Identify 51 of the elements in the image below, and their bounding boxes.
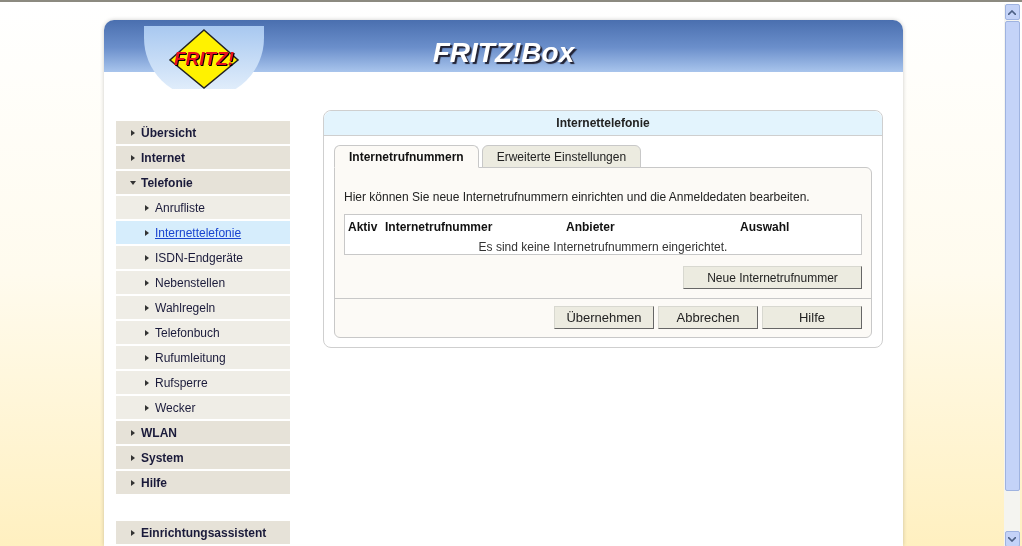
add-number-button[interactable]: Neue Internetrufnummer <box>683 266 862 289</box>
caret-right-icon <box>144 404 150 411</box>
chevron-down-icon <box>1008 536 1016 542</box>
submenu-item[interactable]: ISDN-Endgeräte <box>116 246 290 269</box>
caret-right-icon <box>130 454 136 461</box>
caret-right-icon <box>130 529 136 536</box>
submenu-item[interactable]: Wahlregeln <box>116 296 290 319</box>
menu-item[interactable]: WLAN <box>116 421 290 444</box>
caret-right-icon <box>144 204 150 211</box>
caret-right-icon <box>130 129 136 136</box>
caret-down-icon <box>130 179 136 186</box>
intro-text: Hier können Sie neue Internetrufnummern einrichten und die Anmeldedaten bearbeiten. <box>344 189 811 206</box>
product-title: FRITZ!Box <box>432 36 575 70</box>
menu-item[interactable]: System <box>116 446 290 469</box>
panel-title: Internettelefonie <box>324 111 882 136</box>
caret-right-icon <box>144 379 150 386</box>
caret-right-icon <box>130 429 136 436</box>
caret-right-icon <box>144 229 150 236</box>
caret-right-icon <box>130 154 136 161</box>
action-button[interactable]: Übernehmen <box>554 306 654 329</box>
menu-item[interactable]: Telefonie <box>116 171 290 194</box>
column-header: Auswahl <box>740 219 790 236</box>
submenu-item[interactable]: Telefonbuch <box>116 321 290 344</box>
logo-text: FRITZ! <box>173 46 235 71</box>
submenu-item[interactable]: Nebenstellen <box>116 271 290 294</box>
caret-right-icon <box>144 329 150 336</box>
action-button[interactable]: Abbrechen <box>658 306 758 329</box>
caret-right-icon <box>144 354 150 361</box>
caret-right-icon <box>144 254 150 261</box>
submenu-item[interactable]: Rufsperre <box>116 371 290 394</box>
menu-item[interactable]: Übersicht <box>116 121 290 144</box>
caret-right-icon <box>144 304 150 311</box>
submenu-item[interactable]: Internettelefonie <box>116 221 290 244</box>
chevron-up-icon <box>1008 9 1016 15</box>
caret-right-icon <box>144 279 150 286</box>
submenu-item[interactable]: Wecker <box>116 396 290 419</box>
submenu-item[interactable]: Rufumleitung <box>116 346 290 369</box>
submenu-item[interactable]: Anrufliste <box>116 196 290 219</box>
column-header: Anbieter <box>566 219 616 236</box>
caret-right-icon <box>130 479 136 486</box>
empty-message: Es sind keine Internetrufnummern eingerichtet. <box>477 239 729 256</box>
column-header: Aktiv <box>348 219 379 236</box>
scroll-down-button[interactable] <box>1004 531 1020 546</box>
tab[interactable]: Internetrufnummern <box>334 145 479 168</box>
menu-item[interactable]: Hilfe <box>116 471 290 494</box>
menu-item[interactable]: Internet <box>116 146 290 169</box>
menu-item[interactable]: Einrichtungsassistent <box>116 521 290 544</box>
action-button[interactable]: Hilfe <box>762 306 862 329</box>
scroll-up-button[interactable] <box>1004 4 1020 20</box>
column-header: Internetrufnummer <box>385 219 494 236</box>
tab[interactable]: Erweiterte Einstellungen <box>481 145 642 168</box>
